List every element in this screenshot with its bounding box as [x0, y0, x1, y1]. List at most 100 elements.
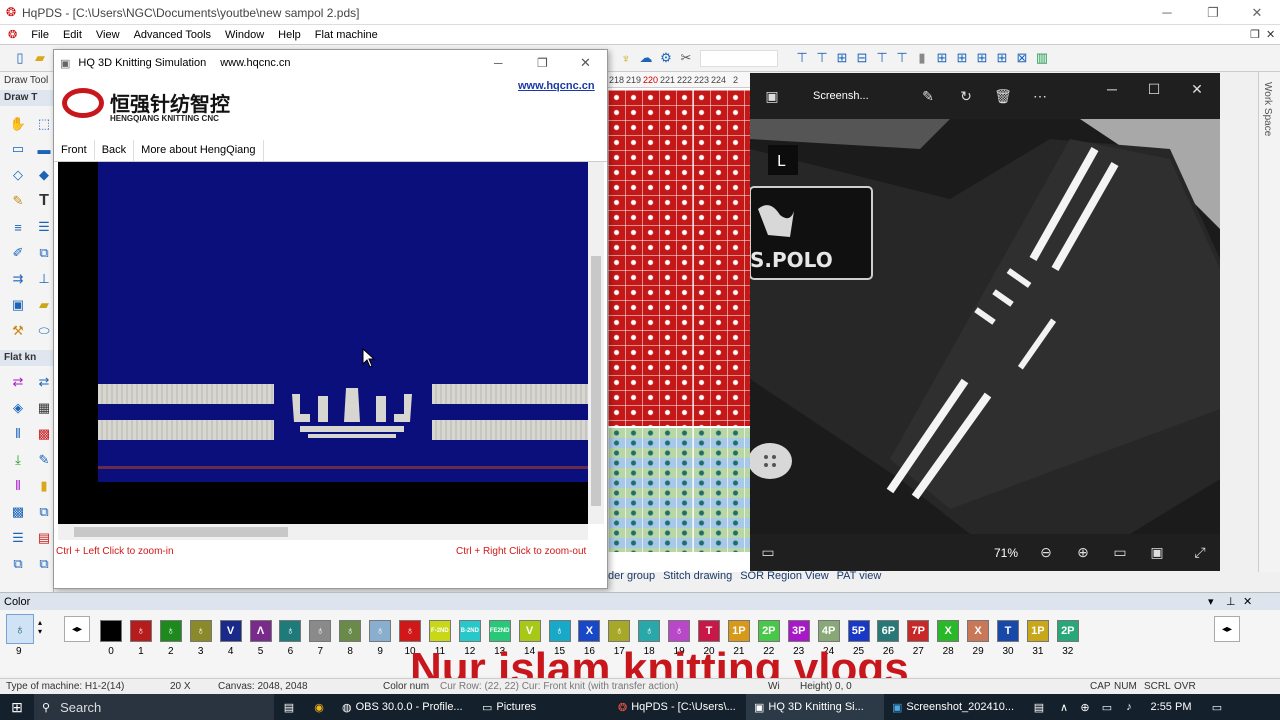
- color-swatch-0[interactable]: [100, 620, 122, 642]
- sim-horizontal-scrollbar[interactable]: [58, 524, 588, 540]
- color-swatch-26[interactable]: 6P: [877, 620, 900, 642]
- menu-file[interactable]: File: [31, 29, 49, 41]
- restore-button[interactable]: ❐: [1190, 0, 1236, 25]
- flat-e-icon[interactable]: ⦀: [8, 424, 28, 444]
- color-swatch-3[interactable]: ♁: [189, 620, 212, 642]
- toolbar-dropdown[interactable]: [700, 50, 778, 67]
- color-swatch-8[interactable]: ♁: [339, 620, 362, 642]
- flat-f-icon[interactable]: ▩: [34, 424, 54, 444]
- fit-icon[interactable]: ▭: [1104, 536, 1136, 568]
- knitting-canvas[interactable]: [58, 162, 588, 524]
- notes-icon[interactable]: ▤: [1024, 694, 1054, 720]
- wand-icon[interactable]: ⚒: [8, 321, 28, 341]
- color-swatch-16[interactable]: X: [578, 620, 601, 642]
- color-swatch-28[interactable]: X: [937, 620, 960, 642]
- flat-n-icon[interactable]: ▤: [34, 528, 54, 548]
- color-swatch-24[interactable]: 4P: [817, 620, 840, 642]
- menu-view[interactable]: View: [96, 29, 120, 41]
- tab-more-about[interactable]: More about HengQiang: [134, 140, 264, 161]
- tab-pat-view[interactable]: PAT view: [837, 570, 882, 584]
- tool-a-icon[interactable]: ⊤: [794, 50, 810, 66]
- frame-icon[interactable]: ▣: [8, 295, 28, 315]
- menu-edit[interactable]: Edit: [63, 29, 82, 41]
- flat-h-icon[interactable]: ✎: [34, 450, 54, 470]
- lines-icon[interactable]: ≡: [8, 217, 28, 237]
- taskbar-hq3d[interactable]: ▣ HQ 3D Knitting Si...: [746, 694, 884, 720]
- color-dropdown-icon[interactable]: ▾: [1208, 593, 1214, 611]
- menu-help[interactable]: Help: [278, 29, 301, 41]
- flat-a-icon[interactable]: ⇄: [8, 372, 28, 392]
- taskbar-search[interactable]: ⚲ Search: [34, 694, 274, 720]
- eraser-icon[interactable]: ▰: [34, 295, 54, 315]
- blue-green-stitch-grid[interactable]: [608, 428, 750, 552]
- color-swatch-5[interactable]: Λ: [249, 620, 272, 642]
- color-swatch-18[interactable]: ♁: [638, 620, 661, 642]
- work-space-label[interactable]: Work Space: [1262, 82, 1273, 136]
- brush-icon[interactable]: ✐: [8, 243, 28, 263]
- flat-d-icon[interactable]: ▦: [34, 398, 54, 418]
- color-swatch-7[interactable]: ♁: [309, 620, 332, 642]
- tool-gear-icon[interactable]: ⚙: [658, 50, 674, 66]
- color-swatch-19[interactable]: ♁: [668, 620, 691, 642]
- tool-g-icon[interactable]: ▮: [914, 50, 930, 66]
- color-swatch-20[interactable]: T: [698, 620, 720, 642]
- tab-back[interactable]: Back: [95, 140, 135, 161]
- pattern-grid-area[interactable]: 218 219 220 221 222 223 224 2: [608, 72, 750, 572]
- color-swatch-32[interactable]: 2P: [1056, 620, 1079, 642]
- select-rect-icon[interactable]: ⬚: [34, 114, 54, 134]
- photo-gallery-icon[interactable]: ▣: [756, 80, 788, 112]
- color-scroll-left[interactable]: ◂▸: [64, 616, 90, 642]
- pencil-icon[interactable]: ✎: [8, 191, 28, 211]
- tag-icon[interactable]: ⬭: [34, 321, 54, 341]
- draw-group-header[interactable]: Draw T: [0, 90, 54, 106]
- text-icon[interactable]: T: [34, 191, 54, 211]
- display-icon[interactable]: ▭: [1096, 694, 1118, 720]
- color-swatch-31[interactable]: 1P: [1026, 620, 1049, 642]
- color-swatch-25[interactable]: 5P: [847, 620, 870, 642]
- flat-b-icon[interactable]: ⇄: [34, 372, 54, 392]
- diamond-icon[interactable]: ◇: [8, 165, 28, 185]
- tab-sor-region-view[interactable]: SOR Region View: [740, 570, 828, 584]
- zoom-in-icon[interactable]: ⊕: [1067, 536, 1099, 568]
- taskbar-hqpds[interactable]: ❂ HqPDS - [C:\Users\...: [610, 694, 746, 720]
- delete-icon[interactable]: 🗑: [987, 80, 1019, 112]
- color-swatch-1[interactable]: ♁: [129, 620, 152, 642]
- flat-c-icon[interactable]: ◈: [8, 398, 28, 418]
- tab-front[interactable]: Front: [54, 140, 95, 161]
- photo-close-button[interactable]: ✕: [1181, 73, 1213, 105]
- tool-j-icon[interactable]: ⊞: [974, 50, 990, 66]
- tool-k-icon[interactable]: ⊞: [994, 50, 1010, 66]
- sim-vertical-scrollbar[interactable]: [588, 162, 604, 524]
- tool-d-icon[interactable]: ⊟: [854, 50, 870, 66]
- tab-group[interactable]: der group: [608, 570, 655, 584]
- menu-window[interactable]: Window: [225, 29, 264, 41]
- color-swatch-11[interactable]: F-2ND: [428, 620, 451, 642]
- color-scroll-right[interactable]: ◂▸: [1214, 616, 1240, 642]
- selected-color-swatch[interactable]: ♁: [6, 614, 34, 644]
- tool-cloud-icon[interactable]: ☁: [638, 50, 654, 66]
- fill-rect-icon[interactable]: ▬: [34, 139, 54, 159]
- chrome-icon[interactable]: ◉: [304, 694, 334, 720]
- cut-icon[interactable]: ✂: [678, 50, 694, 66]
- color-swatch-9[interactable]: ♁: [369, 620, 392, 642]
- tool-l-icon[interactable]: ⊠: [1014, 50, 1030, 66]
- color-swatch-29[interactable]: X: [967, 620, 990, 642]
- color-swatch-23[interactable]: 3P: [787, 620, 810, 642]
- tool-c-icon[interactable]: ⊞: [834, 50, 850, 66]
- color-swatch-21[interactable]: 1P: [727, 620, 750, 642]
- actual-size-icon[interactable]: ▣: [1141, 536, 1173, 568]
- minimize-button[interactable]: ─: [1144, 0, 1190, 25]
- flat-p-icon[interactable]: ⧉: [34, 554, 54, 574]
- color-swatch-10[interactable]: ♁: [399, 620, 421, 642]
- rect-icon[interactable]: ▭: [8, 139, 28, 159]
- globe-icon[interactable]: ⊕: [1074, 694, 1096, 720]
- layers-icon[interactable]: ☰: [34, 217, 54, 237]
- flat-group-header[interactable]: Flat kn: [0, 350, 54, 366]
- align-icon[interactable]: ⇉: [8, 269, 28, 289]
- sim-hscroll-thumb[interactable]: [74, 527, 288, 537]
- color-swatch-12[interactable]: B-2ND: [458, 620, 481, 642]
- tool-m-icon[interactable]: ▥: [1034, 50, 1050, 66]
- mdi-restore-icon[interactable]: ❐: [1250, 28, 1260, 41]
- copy-icon[interactable]: ⧉: [34, 243, 54, 263]
- filmstrip-icon[interactable]: ▭: [752, 536, 784, 568]
